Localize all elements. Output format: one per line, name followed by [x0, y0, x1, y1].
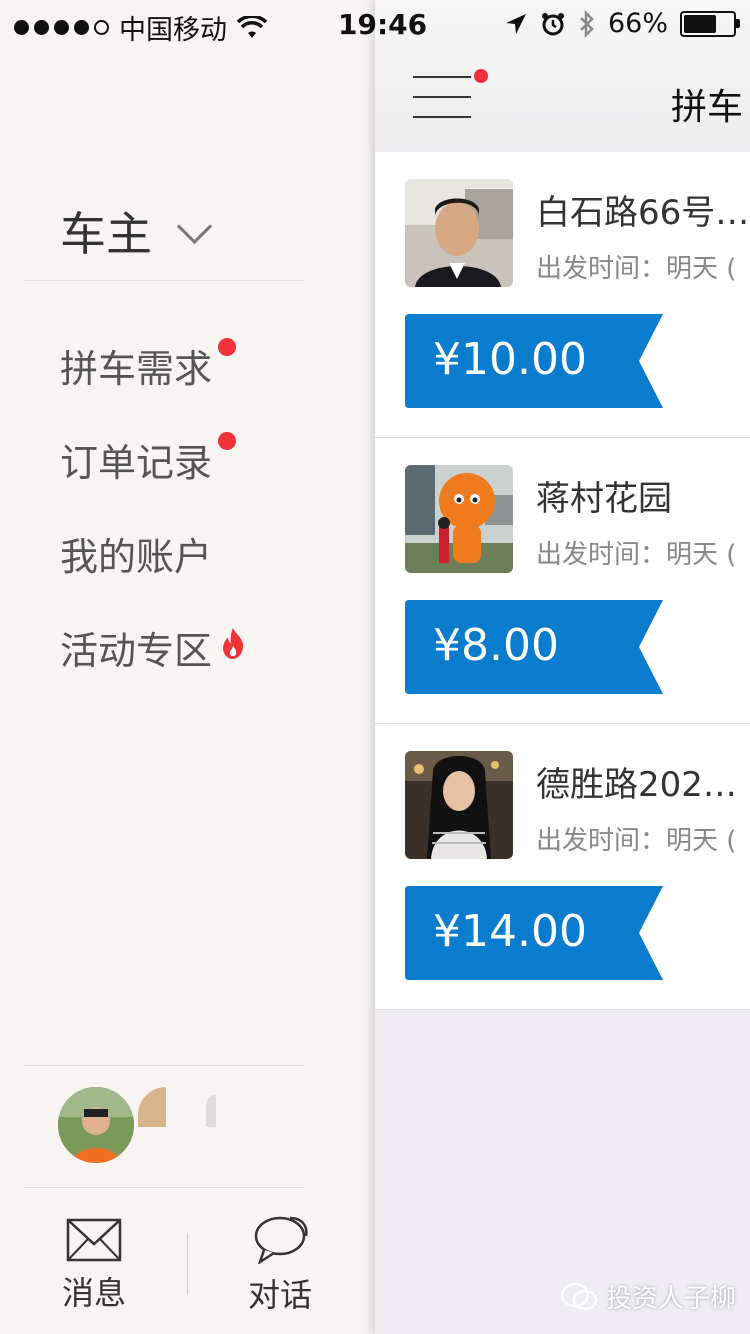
- ride-price: ¥10.00: [433, 334, 587, 385]
- status-right: 66%: [504, 8, 740, 39]
- menu-item-ride-requests[interactable]: 拼车需求: [60, 338, 237, 393]
- watermark-text: 投资人子柳: [606, 1284, 737, 1314]
- ride-destination: 蒋村花园: [536, 479, 672, 519]
- ride-departure: 出发时间：明天 (: [536, 254, 737, 284]
- notification-dot: [218, 432, 237, 450]
- side-menu: 车主 拼车需求 订单记录 我的账户 活动专区 消息 对话: [0, 0, 375, 1334]
- menu-item-order-history[interactable]: 订单记录: [60, 432, 237, 487]
- avatar: [138, 1087, 166, 1127]
- driver-avatar: [405, 179, 513, 287]
- ride-price: ¥14.00: [433, 906, 587, 957]
- ride-destination: 德胜路202…: [536, 765, 737, 805]
- wechat-icon: [560, 1282, 598, 1310]
- ride-card[interactable]: 白石路66号… 出发时间：明天 ( ¥10.00: [375, 152, 750, 438]
- chevron-down-icon: [176, 208, 213, 244]
- watermark: 投资人子柳: [560, 1278, 736, 1315]
- messages-label: 消息: [62, 1274, 127, 1312]
- ride-destination: 白石路66号…: [536, 193, 750, 233]
- ride-departure: 出发时间：明天 (: [536, 540, 737, 570]
- bottom-divider: [187, 1233, 188, 1295]
- price-tag: ¥10.00: [405, 314, 663, 408]
- driver-avatar: [405, 465, 513, 573]
- messages-button[interactable]: 消息: [62, 1218, 126, 1314]
- ride-departure: 出发时间：明天 (: [536, 826, 737, 856]
- price-tag: ¥8.00: [405, 600, 663, 694]
- price-tag: ¥14.00: [405, 886, 663, 980]
- chat-label: 对话: [248, 1276, 313, 1314]
- signal-strength-icon: [14, 20, 109, 35]
- avatar: [206, 1095, 216, 1127]
- menu-item-label: 订单记录: [60, 441, 213, 485]
- bluetooth-icon: [580, 9, 594, 38]
- friend-avatars[interactable]: [58, 1087, 318, 1163]
- speech-bubble-icon: [254, 1216, 308, 1264]
- role-label: 车主: [60, 207, 152, 261]
- carrier-label: 中国移动: [119, 15, 227, 46]
- page-title: 拼车: [671, 87, 744, 128]
- battery-fill: [684, 14, 716, 33]
- status-time: 19:46: [338, 8, 428, 41]
- notification-dot: [218, 338, 237, 356]
- main-panel[interactable]: 拼车 白石路66号… 出发时间：明天 ( ¥10.00 蒋村花园 出发时间：明天…: [375, 0, 750, 1334]
- status-bar: 中国移动 19:46 66%: [0, 0, 750, 52]
- menu-divider: [24, 280, 304, 281]
- menu-item-promotions[interactable]: 活动专区: [60, 620, 246, 675]
- avatar[interactable]: [58, 1087, 134, 1163]
- menu-item-label: 活动专区: [60, 629, 213, 673]
- menu-hamburger-icon[interactable]: [413, 76, 471, 136]
- menu-item-my-account[interactable]: 我的账户: [60, 526, 212, 581]
- status-left: 中国移动: [14, 8, 267, 47]
- ride-card[interactable]: 德胜路202… 出发时间：明天 ( ¥14.00: [375, 724, 750, 1010]
- menu-divider: [24, 1065, 304, 1066]
- flame-icon: [223, 628, 244, 659]
- alarm-icon: [541, 12, 564, 35]
- driver-avatar: [405, 751, 513, 859]
- menu-item-label: 拼车需求: [60, 347, 213, 391]
- location-arrow-icon: [505, 13, 526, 34]
- chat-button[interactable]: 对话: [248, 1212, 312, 1316]
- menu-divider: [24, 1187, 304, 1188]
- role-switcher[interactable]: 车主: [60, 198, 213, 264]
- wifi-icon: [237, 15, 267, 38]
- ride-card[interactable]: 蒋村花园 出发时间：明天 ( ¥8.00: [375, 438, 750, 724]
- menu-item-label: 我的账户: [60, 535, 213, 579]
- ride-price: ¥8.00: [433, 620, 559, 671]
- notification-dot: [474, 69, 488, 83]
- battery-icon: [680, 10, 740, 37]
- envelope-icon: [66, 1218, 122, 1262]
- battery-percent: 66%: [607, 8, 668, 39]
